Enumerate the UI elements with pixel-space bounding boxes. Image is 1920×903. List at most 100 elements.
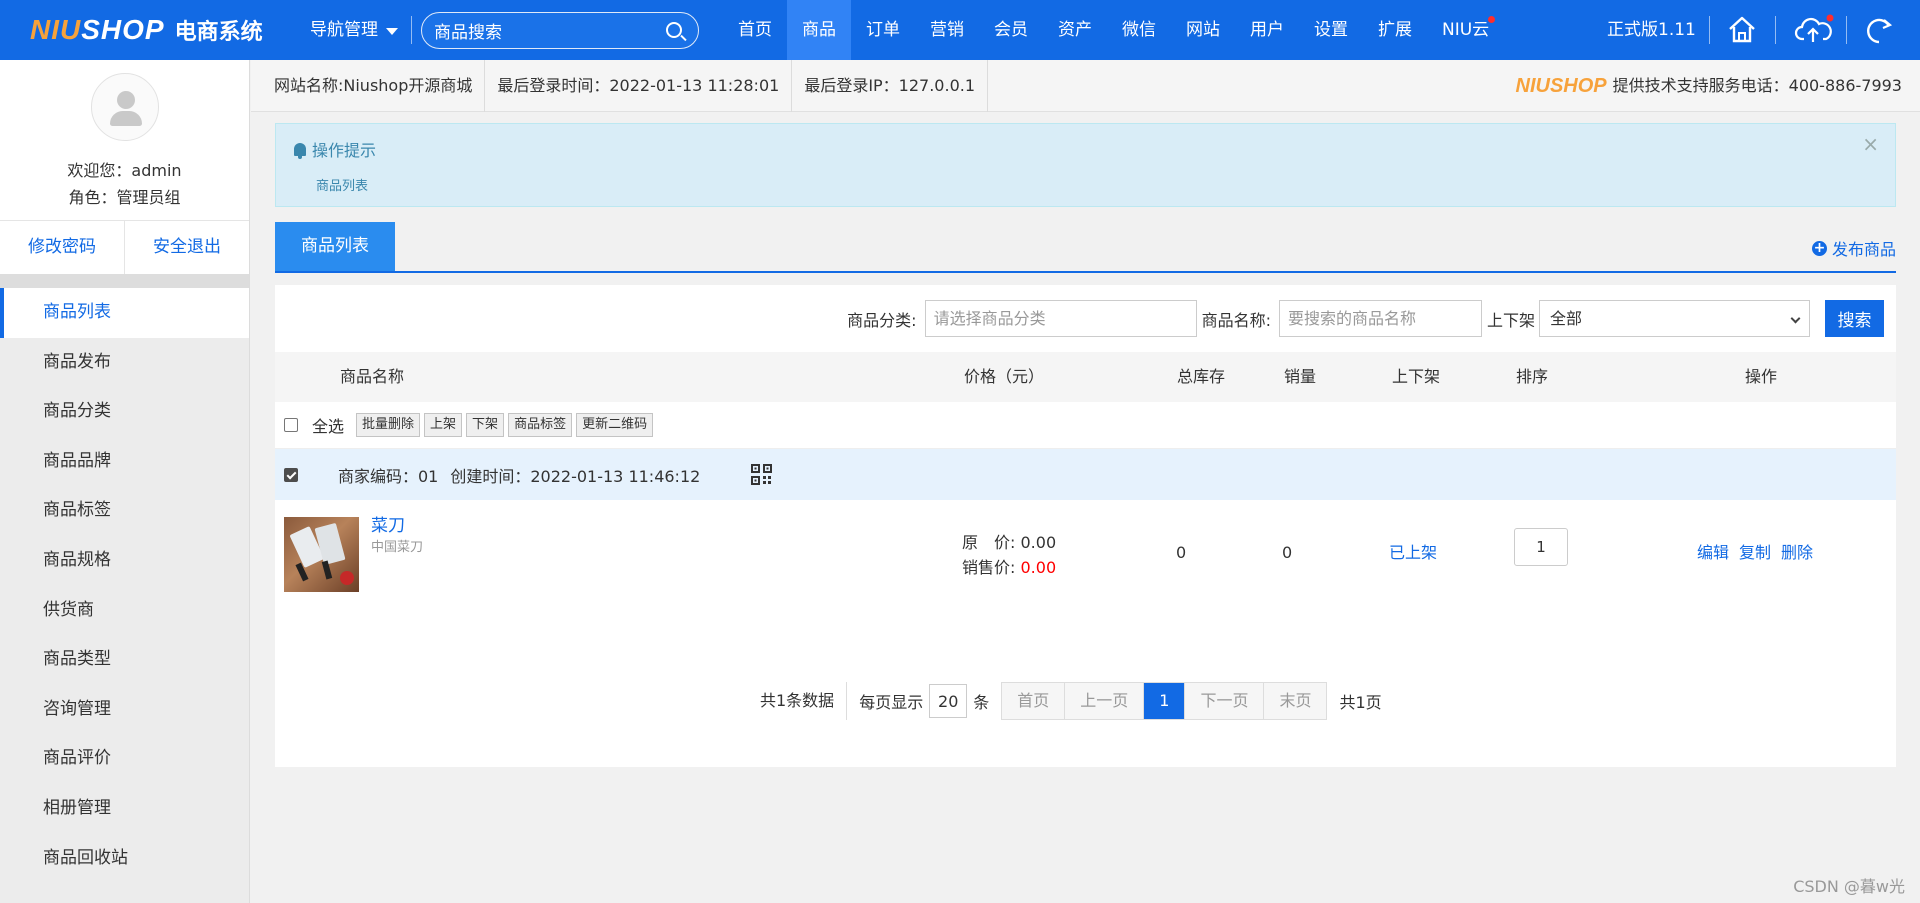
- name-label: 商品名称:: [1201, 310, 1271, 330]
- nav-members[interactable]: 会员: [979, 0, 1043, 60]
- sidebar-item-goods-list[interactable]: 商品列表: [0, 288, 249, 338]
- sidebar-item-goods-brand[interactable]: 商品品牌: [0, 437, 249, 487]
- goods-panel: 商品分类: 商品名称: 上下架 全部 搜索 商品名称 价格（元） 总库存 销量 …: [275, 285, 1896, 767]
- sidebar-item-goods-publish[interactable]: 商品发布: [0, 338, 249, 388]
- delete-link[interactable]: 删除: [1781, 500, 1813, 605]
- product-name-link[interactable]: 菜刀: [371, 511, 405, 536]
- status-label: 上下架: [1486, 310, 1535, 330]
- tabs: 商品列表 + 发布商品: [275, 222, 1896, 273]
- sidebar-item-recycle-bin[interactable]: 商品回收站: [0, 834, 249, 884]
- avatar[interactable]: [90, 73, 159, 141]
- csdn-watermark: CSDN @暮w光: [1793, 877, 1905, 896]
- sidebar-item-supplier[interactable]: 供货商: [0, 586, 249, 636]
- top-search-input[interactable]: [434, 20, 654, 41]
- sidebar-item-goods-spec[interactable]: 商品规格: [0, 536, 249, 586]
- nav-marketing[interactable]: 营销: [915, 0, 979, 60]
- nav-orders[interactable]: 订单: [851, 0, 915, 60]
- nav-niu-cloud[interactable]: NIU云: [1427, 0, 1504, 60]
- nav-niu-cloud-label: NIU云: [1442, 20, 1490, 40]
- cloud-upload-icon[interactable]: [1794, 14, 1834, 46]
- tip-text: 商品列表: [316, 179, 369, 194]
- batch-off-shelf-button[interactable]: 下架: [466, 413, 505, 437]
- plus-circle-icon: +: [1811, 239, 1827, 256]
- status-select[interactable]: 全部: [1539, 300, 1810, 337]
- batch-delete-button[interactable]: 批量删除: [356, 413, 421, 437]
- page-buttons: 首页 上一页 1 下一页 末页: [1001, 682, 1328, 720]
- nav-manage-label: 导航管理: [310, 20, 378, 40]
- close-icon[interactable]: ×: [1862, 132, 1879, 156]
- select-all-checkbox[interactable]: [284, 418, 298, 432]
- batch-on-shelf-button[interactable]: 上架: [424, 413, 463, 437]
- nav-assets[interactable]: 资产: [1043, 0, 1107, 60]
- sidebar-item-goods-review[interactable]: 商品评价: [0, 734, 249, 784]
- search-icon[interactable]: [666, 22, 682, 38]
- page-count: 共1页: [1339, 693, 1382, 712]
- original-price-label: 原 价:: [962, 533, 1016, 552]
- nav-goods[interactable]: 商品: [787, 0, 851, 60]
- per-page-label: 每页显示: [859, 693, 924, 712]
- sort-input[interactable]: 1: [1514, 528, 1568, 566]
- qrcode-icon[interactable]: [751, 464, 772, 485]
- user-profile: 欢迎您：admin 角色：管理员组: [0, 60, 249, 220]
- col-price: 价格（元）: [964, 367, 1045, 386]
- copy-link[interactable]: 复制: [1739, 500, 1771, 605]
- col-status: 上下架: [1392, 367, 1441, 386]
- prev-page-button[interactable]: 上一页: [1065, 683, 1145, 719]
- last-page-button[interactable]: 末页: [1264, 683, 1327, 719]
- home-icon[interactable]: [1725, 14, 1759, 46]
- product-image[interactable]: [284, 517, 359, 592]
- status-select-value: 全部: [1550, 309, 1583, 328]
- edit-link[interactable]: 编辑: [1697, 500, 1729, 605]
- original-price: 0.00: [1020, 533, 1057, 552]
- brand-logo-shop: SHOP: [1549, 75, 1607, 97]
- nav-users[interactable]: 用户: [1235, 0, 1299, 60]
- name-search-field[interactable]: [1278, 300, 1482, 337]
- filter-bar: 商品分类: 商品名称: 上下架 全部 搜索: [275, 285, 1896, 352]
- table-row: 菜刀 中国菜刀 原 价: 0.00 销售价: 0.00 0 0 已上架 1 编辑…: [275, 500, 1896, 600]
- batch-tag-button[interactable]: 商品标签: [508, 413, 573, 437]
- per-page-input[interactable]: [929, 684, 968, 718]
- tab-goods-list[interactable]: 商品列表: [275, 222, 395, 271]
- info-bar: 网站名称:Niushop开源商城 最后登录时间：2022-01-13 11:28…: [251, 59, 1920, 112]
- change-password-link[interactable]: 修改密码: [0, 221, 125, 274]
- row-checkbox[interactable]: [284, 467, 298, 482]
- col-name: 商品名称: [340, 367, 405, 386]
- first-page-button[interactable]: 首页: [1002, 683, 1066, 719]
- sidebar-item-consult[interactable]: 咨询管理: [0, 685, 249, 735]
- refresh-icon[interactable]: [1862, 14, 1896, 46]
- shelf-status-link[interactable]: 已上架: [1389, 500, 1437, 605]
- nav-settings[interactable]: 设置: [1299, 0, 1363, 60]
- sidebar: 欢迎您：admin 角色：管理员组 修改密码 安全退出 商品列表 商品发布 商品…: [0, 60, 250, 903]
- sidebar-item-album[interactable]: 相册管理: [0, 784, 249, 834]
- sales-value: 0: [1282, 543, 1293, 562]
- sidebar-item-goods-category[interactable]: 商品分类: [0, 387, 249, 437]
- nav-home[interactable]: 首页: [723, 0, 787, 60]
- chevron-down-icon: [1790, 313, 1801, 324]
- sidebar-item-goods-tag[interactable]: 商品标签: [0, 486, 249, 536]
- role-text: 角色：管理员组: [68, 188, 181, 207]
- divider: [411, 16, 412, 44]
- next-page-button[interactable]: 下一页: [1185, 683, 1265, 719]
- table-header: 商品名称 价格（元） 总库存 销量 上下架 排序 操作: [275, 352, 1896, 402]
- nav-extend[interactable]: 扩展: [1363, 0, 1427, 60]
- search-button[interactable]: 搜索: [1825, 300, 1884, 337]
- niushop-brand-logo: NIUSHOP: [1516, 60, 1607, 112]
- nav-manage-dropdown[interactable]: 导航管理: [310, 0, 398, 60]
- divider: [0, 274, 249, 288]
- logo-text-niu: NIU: [30, 14, 82, 45]
- category-field[interactable]: [924, 300, 1197, 337]
- update-qrcode-button[interactable]: 更新二维码: [576, 413, 654, 437]
- sale-price: 0.00: [1020, 558, 1057, 577]
- nav-website[interactable]: 网站: [1171, 0, 1235, 60]
- publish-goods-link[interactable]: + 发布商品: [1811, 236, 1896, 260]
- top-search-box[interactable]: [421, 12, 699, 49]
- niushop-logo[interactable]: NIU SHOP 电商系统: [30, 14, 263, 46]
- nav-wechat[interactable]: 微信: [1107, 0, 1171, 60]
- category-label: 商品分类:: [847, 310, 917, 330]
- main-nav: 首页 商品 订单 营销 会员 资产 微信 网站 用户 设置 扩展 NIU云: [723, 0, 1504, 60]
- current-page-button[interactable]: 1: [1144, 683, 1186, 719]
- logout-link[interactable]: 安全退出: [125, 221, 249, 274]
- brand-logo-niu: NIU: [1515, 75, 1550, 97]
- sidebar-item-goods-type[interactable]: 商品类型: [0, 635, 249, 685]
- site-name: 网站名称:Niushop开源商城: [251, 59, 486, 112]
